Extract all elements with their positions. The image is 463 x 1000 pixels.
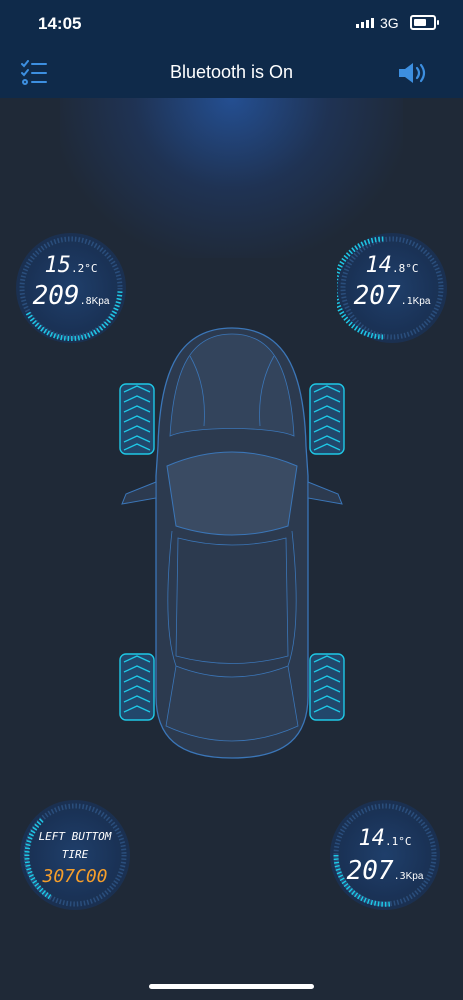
wheel-front-left xyxy=(119,383,155,455)
status-time: 14:05 xyxy=(38,14,82,33)
wheel-rear-right xyxy=(309,653,345,721)
warning-message-line1: LEFT BUTTOM xyxy=(38,830,112,843)
signal-icon xyxy=(356,18,374,28)
car-illustration xyxy=(119,327,345,759)
temperature-readout: 14.1°C xyxy=(358,826,412,851)
pressure-readout: 209.8Kpa xyxy=(32,281,110,311)
status-bar: 14:05 3G xyxy=(0,0,463,48)
windshield xyxy=(166,451,298,536)
temperature-readout: 15.2°C xyxy=(44,253,98,278)
right-mirror xyxy=(307,481,343,505)
home-indicator[interactable] xyxy=(149,984,314,989)
warning-message-line2: TIRE xyxy=(61,848,89,861)
tire-gauge-front-right[interactable]: 14.8°C 207.1Kpa xyxy=(337,233,447,343)
header-bar: Bluetooth is On xyxy=(0,48,463,98)
wheel-rear-left xyxy=(119,653,155,721)
tire-gauge-rear-left[interactable]: LEFT BUTTOM TIRE 307C00 xyxy=(20,800,130,910)
tire-gauge-front-left[interactable]: 15.2°C 209.8Kpa xyxy=(16,233,126,343)
network-label: 3G xyxy=(380,15,399,31)
left-mirror xyxy=(121,481,157,505)
page-title: Bluetooth is On xyxy=(169,62,294,82)
pressure-readout: 207.3Kpa xyxy=(346,856,424,886)
speaker-icon[interactable] xyxy=(396,60,432,86)
temperature-readout: 14.8°C xyxy=(365,253,419,278)
wheel-front-right xyxy=(309,383,345,455)
gauge-ring xyxy=(333,803,437,907)
pressure-readout: 207.1Kpa xyxy=(353,281,431,311)
sensor-code: 307C00 xyxy=(42,866,108,887)
tire-gauge-rear-right[interactable]: 14.1°C 207.3Kpa xyxy=(330,800,440,910)
battery-icon xyxy=(410,15,439,30)
